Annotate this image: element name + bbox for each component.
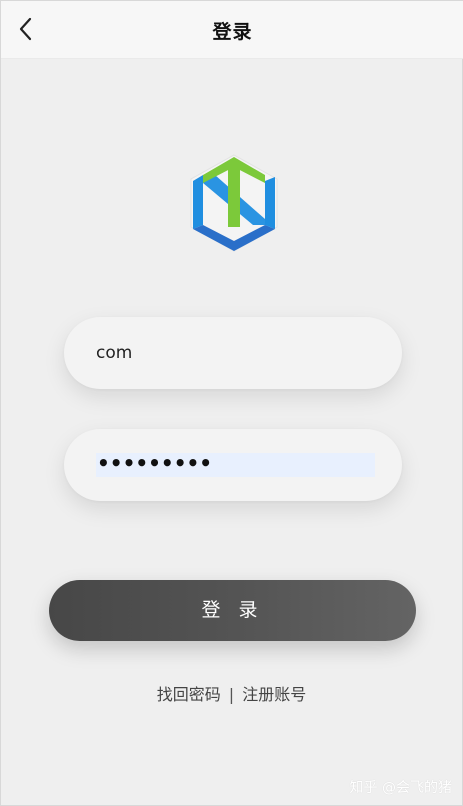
app-logo-icon <box>190 154 278 252</box>
account-links: 找回密码 | 注册账号 <box>1 681 462 705</box>
screen: 登录 com ••••••••• 登 录 找回密码|注册账号 知乎 @会飞的 <box>0 0 463 806</box>
username-field[interactable]: com <box>64 317 402 389</box>
password-value: ••••••••• <box>97 451 213 475</box>
username-value: com <box>96 343 133 363</box>
password-field[interactable]: ••••••••• <box>64 429 402 501</box>
link-separator: | <box>228 685 235 704</box>
register-link[interactable]: 注册账号 <box>242 685 306 704</box>
app-logo <box>187 153 281 253</box>
watermark: 知乎 @会飞的猪 <box>349 780 452 796</box>
navigation-bar: 登录 <box>1 1 463 59</box>
login-button[interactable]: 登 录 <box>49 580 416 641</box>
forgot-password-link[interactable]: 找回密码 <box>157 685 221 704</box>
page-title: 登录 <box>212 21 253 43</box>
